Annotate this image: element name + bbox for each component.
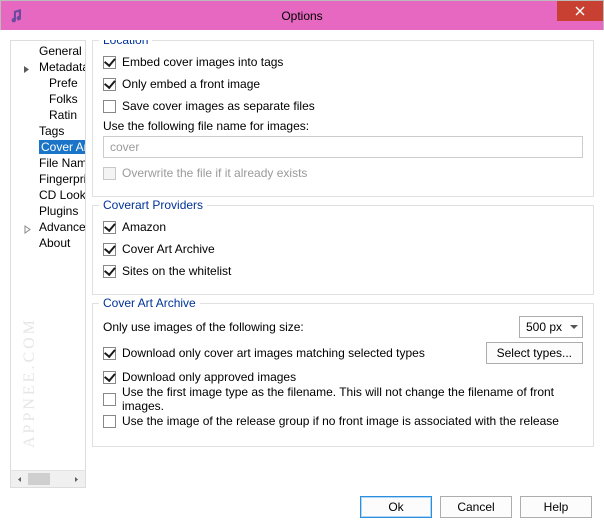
- nav-tree: General Metadata Prefe Folks Ratin Tags …: [10, 40, 86, 488]
- scroll-left-button[interactable]: [11, 471, 28, 487]
- provider-whitelist-label: Sites on the whitelist: [122, 264, 231, 278]
- tree-item-file-naming[interactable]: File Nam: [11, 155, 85, 171]
- close-button[interactable]: [557, 1, 603, 21]
- help-button[interactable]: Help: [520, 496, 592, 518]
- only-front-label: Only embed a front image: [122, 77, 260, 91]
- tree-item-tags[interactable]: Tags: [11, 123, 85, 139]
- overwrite-checkbox: [103, 167, 116, 180]
- providers-group: Coverart Providers Amazon Cover Art Arch…: [92, 205, 594, 295]
- scroll-thumb[interactable]: [28, 473, 50, 485]
- tree-item-cover-art[interactable]: Cover Ar: [11, 139, 85, 155]
- tree-item-general[interactable]: General: [11, 43, 85, 59]
- providers-legend: Coverart Providers: [99, 198, 207, 212]
- caa-group: Cover Art Archive Only use images of the…: [92, 303, 594, 447]
- scroll-track[interactable]: [28, 471, 68, 487]
- select-types-button[interactable]: Select types...: [486, 342, 583, 364]
- cancel-button[interactable]: Cancel: [440, 496, 512, 518]
- expander-expandable-icon[interactable]: [23, 222, 32, 231]
- tree-item-advanced[interactable]: Advance: [11, 219, 85, 235]
- save-separate-label: Save cover images as separate files: [122, 99, 315, 113]
- overwrite-label: Overwrite the file if it already exists: [122, 166, 307, 180]
- location-legend: Location: [99, 40, 152, 47]
- filename-label: Use the following file name for images:: [103, 119, 583, 133]
- watermark: APPNEE.COM: [21, 317, 39, 448]
- provider-whitelist-checkbox[interactable]: [103, 265, 116, 278]
- tree-item-fingerprinting[interactable]: Fingerpri: [11, 171, 85, 187]
- location-group: Location Embed cover images into tags On…: [92, 40, 594, 197]
- scroll-right-button[interactable]: [68, 471, 85, 487]
- tree-item-plugins[interactable]: Plugins: [11, 203, 85, 219]
- caa-use-first-type-label: Use the first image type as the filename…: [122, 385, 583, 413]
- only-front-checkbox[interactable]: [103, 78, 116, 91]
- caa-use-release-group-checkbox[interactable]: [103, 415, 116, 428]
- caa-size-value: 500 px: [526, 320, 562, 334]
- tree-item-preferred[interactable]: Prefe: [11, 75, 85, 91]
- provider-caa-checkbox[interactable]: [103, 243, 116, 256]
- ok-button[interactable]: Ok: [360, 496, 432, 518]
- caa-download-approved-label: Download only approved images: [122, 370, 296, 384]
- filename-input: [103, 136, 583, 158]
- caa-download-approved-checkbox[interactable]: [103, 371, 116, 384]
- caa-download-matching-label: Download only cover art images matching …: [122, 346, 425, 360]
- provider-amazon-checkbox[interactable]: [103, 221, 116, 234]
- save-separate-checkbox[interactable]: [103, 100, 116, 113]
- caa-legend: Cover Art Archive: [99, 296, 200, 310]
- caa-size-label: Only use images of the following size:: [103, 320, 304, 334]
- caa-use-release-group-label: Use the image of the release group if no…: [122, 414, 559, 428]
- content-pane: Location Embed cover images into tags On…: [92, 40, 594, 488]
- tree-item-cd-lookup[interactable]: CD Look: [11, 187, 85, 203]
- tree-item-about[interactable]: About: [11, 235, 85, 251]
- caa-size-select[interactable]: 500 px: [519, 316, 583, 338]
- caa-download-matching-checkbox[interactable]: [103, 347, 116, 360]
- tree-item-ratings[interactable]: Ratin: [11, 107, 85, 123]
- window-title: Options: [1, 9, 603, 23]
- embed-cover-checkbox[interactable]: [103, 56, 116, 69]
- titlebar: Options: [1, 1, 603, 31]
- dialog-button-bar: Ok Cancel Help: [360, 496, 592, 518]
- tree-horizontal-scrollbar[interactable]: [11, 470, 85, 487]
- embed-cover-label: Embed cover images into tags: [122, 55, 283, 69]
- tree-item-folksonomy[interactable]: Folks: [11, 91, 85, 107]
- provider-caa-label: Cover Art Archive: [122, 242, 215, 256]
- provider-amazon-label: Amazon: [122, 220, 166, 234]
- expander-collapsed-icon[interactable]: [23, 62, 32, 71]
- chevron-down-icon: [570, 325, 578, 329]
- app-icon: [9, 8, 25, 24]
- tree-item-metadata[interactable]: Metadata: [11, 59, 85, 75]
- caa-use-first-type-checkbox[interactable]: [103, 393, 116, 406]
